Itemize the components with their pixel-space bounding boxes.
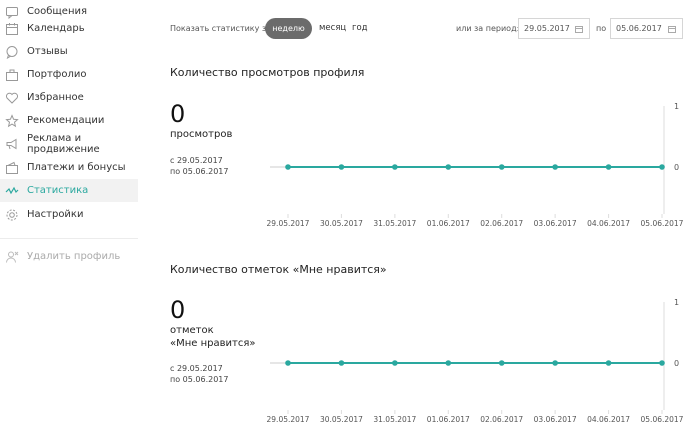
charts-canvas: 1 0 29.05.2017 30.05.2017 31.05.2017 01.06.20… (267, 102, 684, 424)
x-tick-label: 02.06.2017 (480, 415, 523, 424)
x-tick-label: 05.06.2017 (641, 415, 684, 424)
data-point (445, 360, 452, 366)
x-tick-label: 01.06.2017 (427, 415, 470, 424)
x-tick-label: 29.05.2017 (267, 219, 310, 228)
x-tick-label: 29.05.2017 (267, 415, 310, 424)
data-point (659, 360, 665, 366)
x-tick-label: 03.06.2017 (534, 415, 577, 424)
data-point (552, 164, 558, 170)
data-point (605, 360, 612, 366)
y-tick-label: 0 (674, 163, 679, 172)
data-point (285, 164, 291, 170)
data-point (392, 164, 398, 170)
x-tick-label: 30.05.2017 (320, 415, 363, 424)
x-tick-label: 03.06.2017 (534, 219, 577, 228)
x-tick-label: 04.06.2017 (587, 219, 630, 228)
data-point (552, 360, 558, 366)
y-tick-label: 1 (674, 102, 679, 111)
y-tick-label: 1 (674, 298, 679, 307)
data-point (605, 164, 612, 170)
x-tick-label: 02.06.2017 (480, 219, 523, 228)
data-point (659, 164, 665, 170)
x-tick-label: 04.06.2017 (587, 415, 630, 424)
x-tick-label: 31.05.2017 (373, 415, 416, 424)
data-point (498, 164, 505, 170)
views-chart: 1 0 29.05.2017 30.05.2017 31.05.2017 01.06.20… (267, 102, 684, 228)
y-tick-label: 0 (674, 359, 679, 368)
likes-chart: 1 0 29.05.2017 30.05.2017 31.05.2017 01.06.20… (267, 298, 684, 424)
data-point (285, 360, 291, 366)
data-point (338, 360, 345, 366)
x-tick-label: 31.05.2017 (373, 219, 416, 228)
data-point (445, 164, 452, 170)
x-tick-label: 01.06.2017 (427, 219, 470, 228)
x-tick-label: 05.06.2017 (641, 219, 684, 228)
x-tick-label: 30.05.2017 (320, 219, 363, 228)
data-point (392, 360, 398, 366)
data-point (498, 360, 505, 366)
data-point (338, 164, 345, 170)
